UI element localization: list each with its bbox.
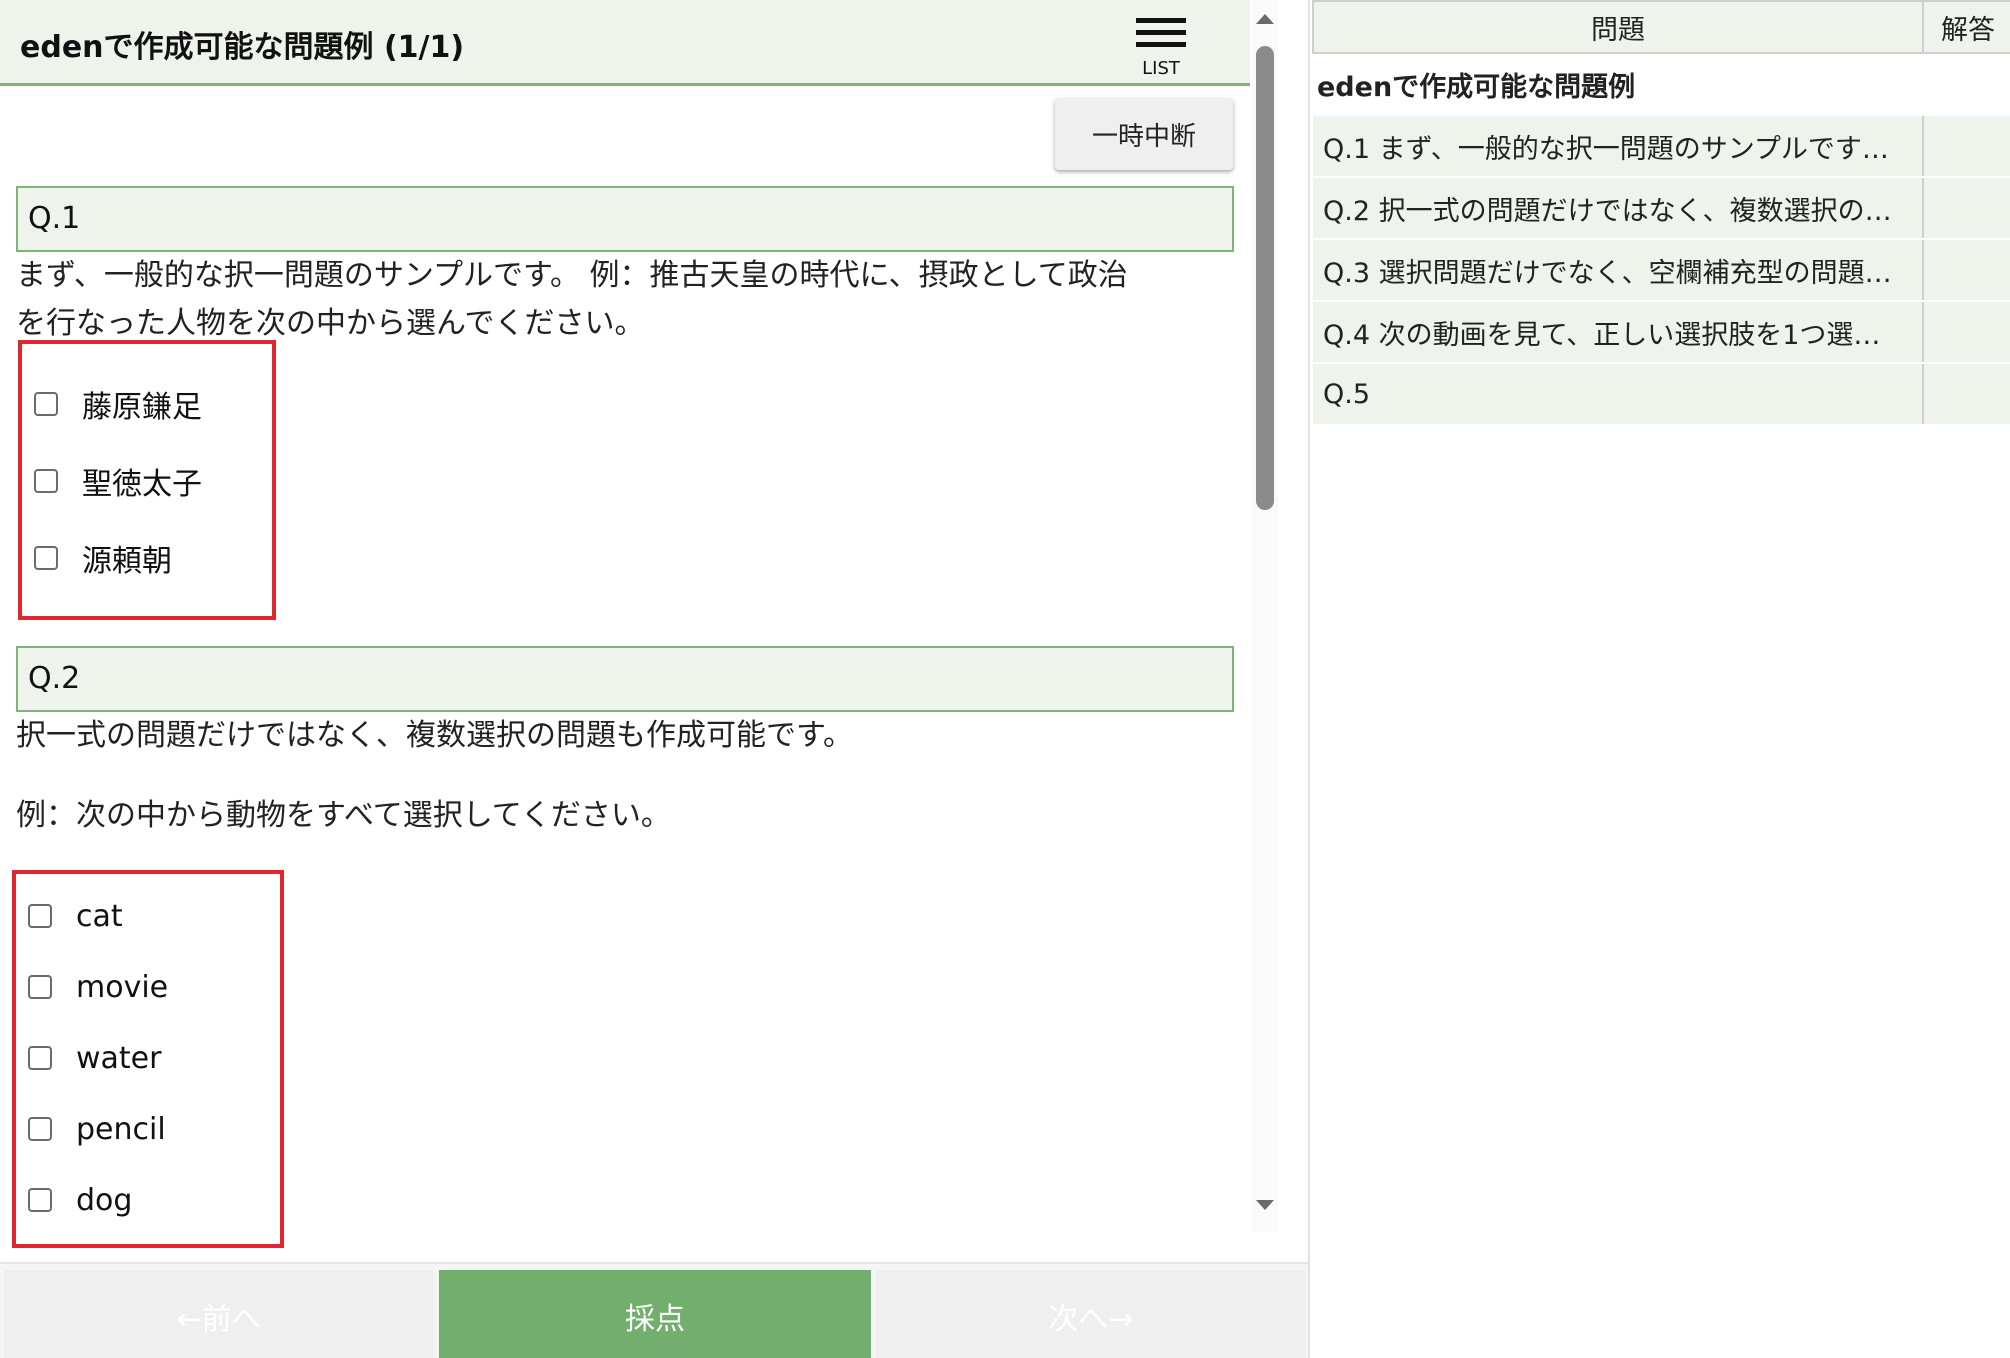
- grade-button[interactable]: 採点: [439, 1270, 871, 1358]
- choice-option[interactable]: cat: [28, 896, 123, 936]
- table-row[interactable]: Q.3 選択問題だけでなく、空欄補充型の問題…: [1313, 239, 2010, 302]
- choice-label: 聖徳太子: [82, 467, 202, 502]
- choice-option[interactable]: dog: [28, 1180, 132, 1220]
- column-header-answer: 解答: [1922, 0, 2010, 54]
- question-text-line: 例：次の中から動物をすべて選択してください。: [16, 798, 671, 833]
- question-link[interactable]: Q.4 次の動画を見て、正しい選択肢を1つ選…: [1313, 301, 1924, 364]
- checkbox[interactable]: [34, 392, 58, 416]
- answer-cell: [1923, 177, 2010, 240]
- choice-option[interactable]: pencil: [28, 1109, 166, 1149]
- choice-label: pencil: [76, 1111, 166, 1147]
- checkbox[interactable]: [28, 904, 52, 928]
- scrollbar[interactable]: [1252, 0, 1278, 1232]
- question-text-q1: まず、一般的な択一問題のサンプルです。 例：推古天皇の時代に、摂政として政治 を…: [16, 252, 1236, 348]
- question-text-q2: 択一式の問題だけではなく、複数選択の問題も作成可能です。 例：次の中から動物をす…: [16, 712, 1236, 840]
- footer-nav: ←前へ 採点 次へ→: [0, 1262, 1308, 1358]
- checkbox[interactable]: [28, 975, 52, 999]
- choice-option[interactable]: movie: [28, 967, 168, 1007]
- table-row[interactable]: Q.4 次の動画を見て、正しい選択肢を1つ選…: [1313, 301, 2010, 364]
- question-list-table: 問題 解答 edenで作成可能な問題例 Q.1 まず、一般的な択一問題のサンプル…: [1312, 0, 2010, 426]
- choice-label: cat: [76, 898, 123, 934]
- answer-cell: [1923, 301, 2010, 364]
- checkbox[interactable]: [34, 469, 58, 493]
- choice-label: 源頼朝: [82, 544, 172, 579]
- question-list-pane: 問題 解答 edenで作成可能な問題例 Q.1 まず、一般的な択一問題のサンプル…: [1308, 0, 2010, 1358]
- choice-option[interactable]: 藤原鎌足: [34, 384, 202, 425]
- answer-cell: [1923, 239, 2010, 302]
- answer-cell: [1923, 115, 2010, 178]
- list-label: LIST: [1142, 58, 1180, 79]
- prev-button[interactable]: ←前へ: [4, 1270, 434, 1358]
- question-text-line: 択一式の問題だけではなく、複数選択の問題も作成可能です。: [16, 718, 853, 753]
- choice-label: movie: [76, 969, 169, 1005]
- next-button[interactable]: 次へ→: [876, 1270, 1306, 1358]
- quiz-pane: edenで作成可能な問題例 (1/1) LIST 一時中断 Q.1 まず、一般的…: [0, 0, 1308, 1358]
- scrollbar-thumb[interactable]: [1256, 46, 1274, 510]
- title-bar: edenで作成可能な問題例 (1/1) LIST: [0, 0, 1250, 86]
- checkbox[interactable]: [28, 1046, 52, 1070]
- choice-option[interactable]: water: [28, 1038, 161, 1078]
- question-link[interactable]: Q.5: [1313, 363, 1924, 426]
- pause-button[interactable]: 一時中断: [1055, 98, 1233, 170]
- choice-label: 藤原鎌足: [82, 390, 202, 425]
- answer-cell: [1923, 363, 2010, 426]
- question-header-q2: Q.2: [16, 646, 1234, 712]
- choice-option[interactable]: 源頼朝: [34, 538, 172, 579]
- choice-label: dog: [76, 1182, 133, 1218]
- choice-label: water: [76, 1040, 162, 1076]
- question-link[interactable]: Q.1 まず、一般的な択一問題のサンプルです…: [1313, 115, 1924, 178]
- scroll-down-arrow-icon[interactable]: [1256, 1200, 1274, 1210]
- table-row[interactable]: Q.1 まず、一般的な択一問題のサンプルです…: [1313, 115, 2010, 178]
- question-link[interactable]: Q.3 選択問題だけでなく、空欄補充型の問題…: [1313, 239, 1924, 302]
- table-header-row: 問題 解答: [1312, 0, 2010, 54]
- question-link[interactable]: Q.2 択一式の問題だけではなく、複数選択の…: [1313, 177, 1924, 240]
- scroll-up-arrow-icon[interactable]: [1256, 14, 1274, 24]
- checkbox[interactable]: [28, 1188, 52, 1212]
- choice-group-q1: 藤原鎌足 聖徳太子 源頼朝: [18, 340, 276, 620]
- choice-option[interactable]: 聖徳太子: [34, 461, 202, 502]
- choice-group-q2: cat movie water pencil dog: [12, 870, 284, 1248]
- question-header-q1: Q.1: [16, 186, 1234, 252]
- question-text-line: まず、一般的な択一問題のサンプルです。 例：推古天皇の時代に、摂政として政治: [16, 258, 1128, 293]
- table-row[interactable]: Q.5: [1313, 363, 2010, 426]
- section-title: edenで作成可能な問題例: [1313, 53, 2010, 116]
- checkbox[interactable]: [28, 1117, 52, 1141]
- page-title: edenで作成可能な問題例 (1/1): [20, 30, 465, 65]
- section-row: edenで作成可能な問題例: [1313, 53, 2010, 116]
- table-row[interactable]: Q.2 択一式の問題だけではなく、複数選択の…: [1313, 177, 2010, 240]
- column-header-question: 問題: [1312, 0, 1924, 54]
- list-menu-button[interactable]: LIST: [1130, 18, 1192, 80]
- checkbox[interactable]: [34, 546, 58, 570]
